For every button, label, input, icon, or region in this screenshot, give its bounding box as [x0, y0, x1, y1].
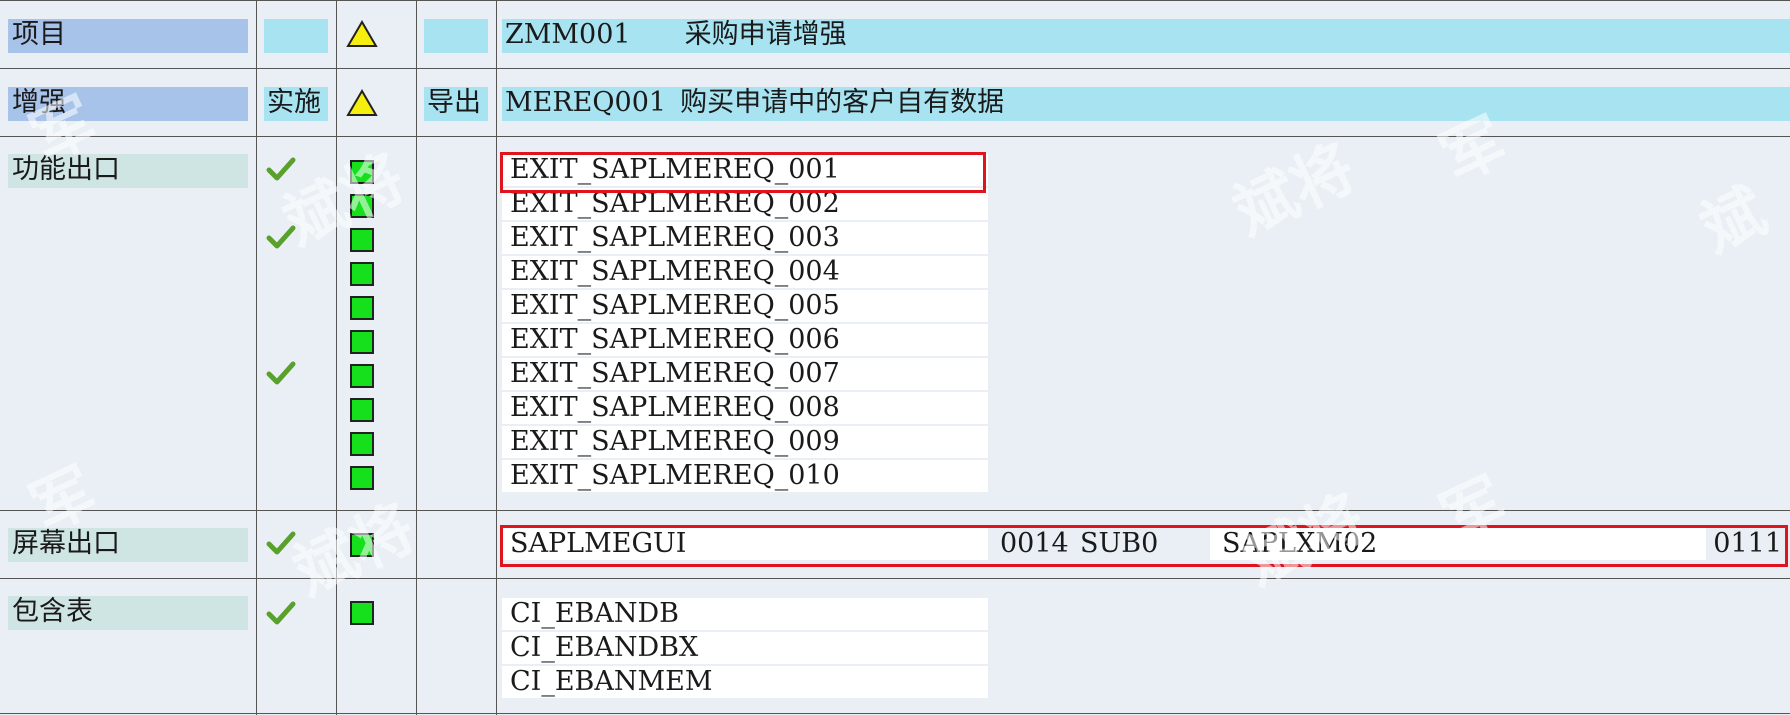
enhancement-description: 购买申请中的客户自有数据	[680, 87, 1005, 118]
green-status-icon[interactable]	[350, 398, 374, 422]
function-exit-item[interactable]: EXIT_SAPLMEREQ_007	[502, 358, 988, 390]
green-status-icon[interactable]	[350, 601, 374, 625]
function-exit-item[interactable]: EXIT_SAPLMEREQ_005	[502, 290, 988, 322]
green-status-icon[interactable]	[350, 296, 374, 320]
project-export-cell	[424, 19, 488, 53]
function-exit-item[interactable]: EXIT_SAPLMEREQ_004	[502, 256, 988, 288]
screen-exits-label: 屏幕出口	[8, 528, 248, 562]
green-status-icon[interactable]	[350, 194, 374, 218]
row-divider	[0, 713, 1790, 714]
row-divider	[0, 578, 1790, 579]
green-status-icon[interactable]	[350, 160, 374, 184]
highlight-box	[500, 152, 986, 193]
enhancement-name: MEREQ001	[505, 87, 667, 118]
green-status-icon[interactable]	[350, 330, 374, 354]
include-item[interactable]: CI_EBANDBX	[502, 632, 988, 664]
column-divider	[416, 0, 417, 715]
checkmark-icon	[266, 601, 296, 625]
function-exit-item[interactable]: EXIT_SAPLMEREQ_010	[502, 460, 988, 492]
include-item[interactable]: CI_EBANMEM	[502, 666, 988, 698]
checkmark-icon	[266, 361, 296, 385]
project-name: ZMM001	[505, 19, 631, 50]
function-exit-item[interactable]: EXIT_SAPLMEREQ_009	[502, 426, 988, 458]
green-status-icon[interactable]	[350, 228, 374, 252]
green-status-icon[interactable]	[350, 533, 374, 557]
enhancement-row[interactable]: MEREQ001 购买申请中的客户自有数据	[502, 87, 1790, 121]
include-item[interactable]: CI_EBANDB	[502, 598, 988, 630]
checkmark-icon	[266, 531, 296, 555]
function-exit-item[interactable]: EXIT_SAPLMEREQ_008	[502, 392, 988, 424]
checkmark-icon	[266, 157, 296, 181]
highlight-box	[500, 525, 1788, 567]
function-exits-label: 功能出口	[8, 154, 248, 188]
row-divider	[0, 510, 1790, 511]
export-header: 导出	[424, 87, 488, 121]
includes-label: 包含表	[8, 596, 248, 630]
enhancement-label: 增强	[8, 87, 248, 121]
row-divider	[0, 68, 1790, 69]
column-divider	[336, 0, 337, 715]
project-label: 项目	[8, 19, 248, 53]
project-row[interactable]: ZMM001 采购申请增强	[502, 19, 1790, 53]
impl-header: 实施	[264, 87, 328, 121]
project-impl-cell	[264, 19, 328, 53]
checkmark-icon	[266, 225, 296, 249]
function-exit-item[interactable]: EXIT_SAPLMEREQ_006	[502, 324, 988, 356]
column-divider	[496, 0, 497, 715]
warning-triangle-icon[interactable]	[346, 20, 378, 48]
green-status-icon[interactable]	[350, 262, 374, 286]
row-divider	[0, 136, 1790, 137]
green-status-icon[interactable]	[350, 432, 374, 456]
row-divider	[0, 0, 1790, 1]
watermark: 斌将	[1222, 130, 1366, 250]
warning-triangle-icon[interactable]	[346, 89, 378, 117]
function-exit-item[interactable]: EXIT_SAPLMEREQ_003	[502, 222, 988, 254]
column-divider	[256, 0, 257, 715]
project-description: 采购申请增强	[684, 19, 847, 50]
green-status-icon[interactable]	[350, 466, 374, 490]
enhancement-table: 项目 ZMM001 采购申请增强 增强 实施 导出 MEREQ001 购买申请中的客…	[0, 0, 1790, 715]
green-status-icon[interactable]	[350, 364, 374, 388]
watermark: 斌	[1689, 173, 1777, 267]
